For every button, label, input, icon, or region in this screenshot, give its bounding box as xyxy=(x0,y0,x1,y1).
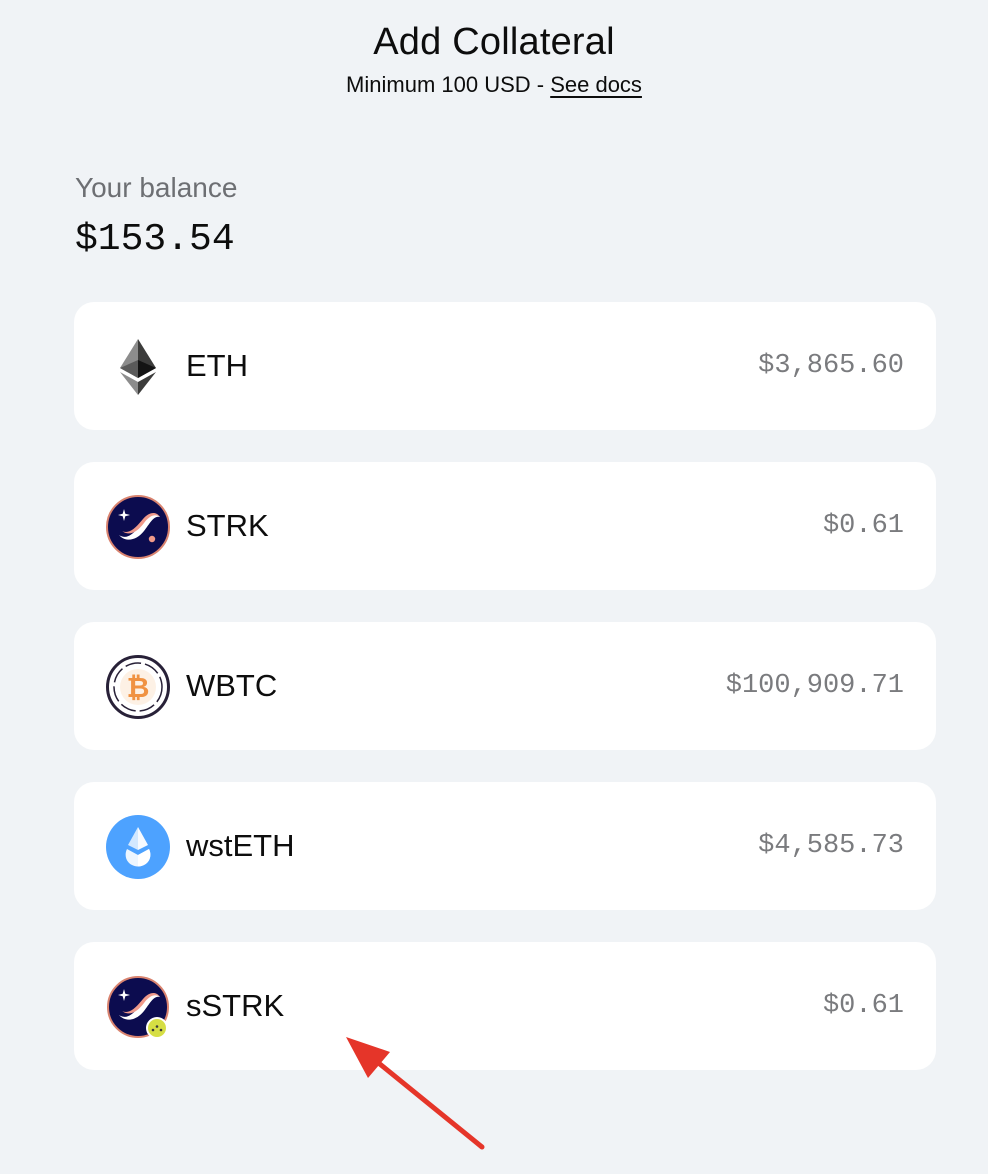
wsteth-icon xyxy=(106,815,170,879)
asset-card-wsteth[interactable]: wstETH $4,585.73 xyxy=(74,782,936,910)
eth-icon xyxy=(106,335,170,399)
asset-value: $0.61 xyxy=(822,511,904,541)
page-title: Add Collateral xyxy=(373,21,615,63)
strk-icon xyxy=(106,495,170,559)
asset-list: ETH $3,865.60 STRK $0.61 ₿ WBTC $100,909… xyxy=(74,302,936,1102)
asset-card-sstrk[interactable]: sSTRK $0.61 xyxy=(74,942,936,1070)
asset-card-wbtc[interactable]: ₿ WBTC $100,909.71 xyxy=(74,622,936,750)
asset-name: WBTC xyxy=(186,668,278,703)
wbtc-icon: ₿ xyxy=(106,655,170,719)
svg-text:₿: ₿ xyxy=(127,672,150,703)
header: Add Collateral Minimum 100 USD - See doc… xyxy=(0,18,988,100)
minimum-note: Minimum 100 USD - xyxy=(346,72,551,97)
sstrk-icon xyxy=(106,975,170,1039)
page-subtitle: Minimum 100 USD - See docs xyxy=(0,70,988,100)
asset-value: $0.61 xyxy=(822,991,904,1021)
asset-card-eth[interactable]: ETH $3,865.60 xyxy=(74,302,936,430)
asset-name: sSTRK xyxy=(186,988,285,1023)
see-docs-link[interactable]: See docs xyxy=(550,72,642,97)
asset-card-strk[interactable]: STRK $0.61 xyxy=(74,462,936,590)
asset-name: ETH xyxy=(186,348,248,383)
asset-value: $3,865.60 xyxy=(758,351,904,381)
asset-name: STRK xyxy=(186,508,269,543)
asset-name: wstETH xyxy=(186,828,295,863)
asset-value: $4,585.73 xyxy=(758,831,904,861)
balance-label: Your balance xyxy=(75,172,238,203)
balance-value: $153.54 xyxy=(75,218,235,261)
asset-value: $100,909.71 xyxy=(725,671,904,701)
